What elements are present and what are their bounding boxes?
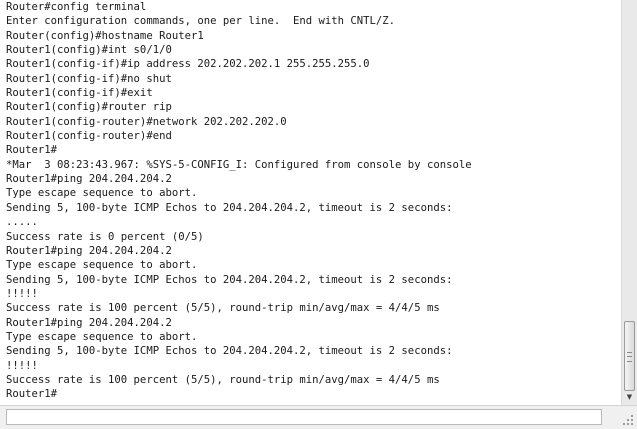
terminal-line: Sending 5, 100-byte ICMP Echos to 204.20… bbox=[6, 201, 453, 214]
terminal-lines: Router#config terminal Enter configuratio… bbox=[0, 0, 621, 402]
terminal-line: *Mar 3 08:23:43.967: %SYS-5-CONFIG_I: Co… bbox=[6, 158, 472, 171]
terminal-line: Enter configuration commands, one per li… bbox=[6, 15, 396, 28]
terminal-line: Success rate is 100 percent (5/5), round… bbox=[6, 302, 440, 315]
terminal-line: Router#config terminal bbox=[6, 1, 147, 13]
arrow-down-icon[interactable]: ▼ bbox=[624, 392, 635, 403]
terminal-line: Router1#ping 204.204.204.2 bbox=[6, 316, 172, 329]
scrollbar-thumb[interactable] bbox=[624, 321, 635, 391]
command-input-field[interactable] bbox=[6, 409, 602, 425]
terminal-line: Type escape sequence to abort. bbox=[6, 330, 198, 343]
terminal-line: Router1(config-router)#end bbox=[6, 130, 172, 143]
terminal-line: ..... bbox=[6, 216, 38, 229]
command-input-bar bbox=[0, 405, 637, 429]
terminal-line: Type escape sequence to abort. bbox=[6, 187, 198, 200]
terminal-line: Router1(config)#router rip bbox=[6, 101, 172, 114]
terminal-line: Sending 5, 100-byte ICMP Echos to 204.20… bbox=[6, 273, 453, 286]
terminal-output[interactable]: Router#config terminal Enter configuratio… bbox=[0, 0, 621, 405]
resize-grip-icon[interactable] bbox=[621, 413, 635, 427]
vertical-scrollbar[interactable]: ▼ bbox=[621, 0, 637, 405]
terminal-line: Router1(config-router)#network 202.202.2… bbox=[6, 115, 287, 128]
scroll-grip-icon bbox=[627, 352, 632, 362]
terminal-line: Router1# bbox=[6, 144, 58, 157]
terminal-line: Router1#ping 204.204.204.2 bbox=[6, 173, 172, 186]
terminal-line: Router1(config-if)#ip address 202.202.20… bbox=[6, 58, 370, 71]
terminal-window: Router#config terminal Enter configuratio… bbox=[0, 0, 637, 429]
terminal-line: !!!!! bbox=[6, 287, 38, 300]
terminal-line: Router1#ping 204.204.204.2 bbox=[6, 244, 172, 257]
terminal-line: Router1(config-if)#exit bbox=[6, 87, 153, 100]
terminal-line: Success rate is 100 percent (5/5), round… bbox=[6, 373, 440, 386]
terminal-line: Type escape sequence to abort. bbox=[6, 259, 198, 272]
terminal-line: Router1(config-if)#no shut bbox=[6, 72, 172, 85]
terminal-line: Sending 5, 100-byte ICMP Echos to 204.20… bbox=[6, 345, 453, 358]
terminal-line: Success rate is 0 percent (0/5) bbox=[6, 230, 204, 243]
terminal-line: Router(config)#hostname Router1 bbox=[6, 29, 204, 42]
terminal-line: Router1# bbox=[6, 388, 58, 401]
terminal-line: !!!!! bbox=[6, 359, 38, 372]
terminal-line: Router1(config)#int s0/1/0 bbox=[6, 44, 172, 57]
